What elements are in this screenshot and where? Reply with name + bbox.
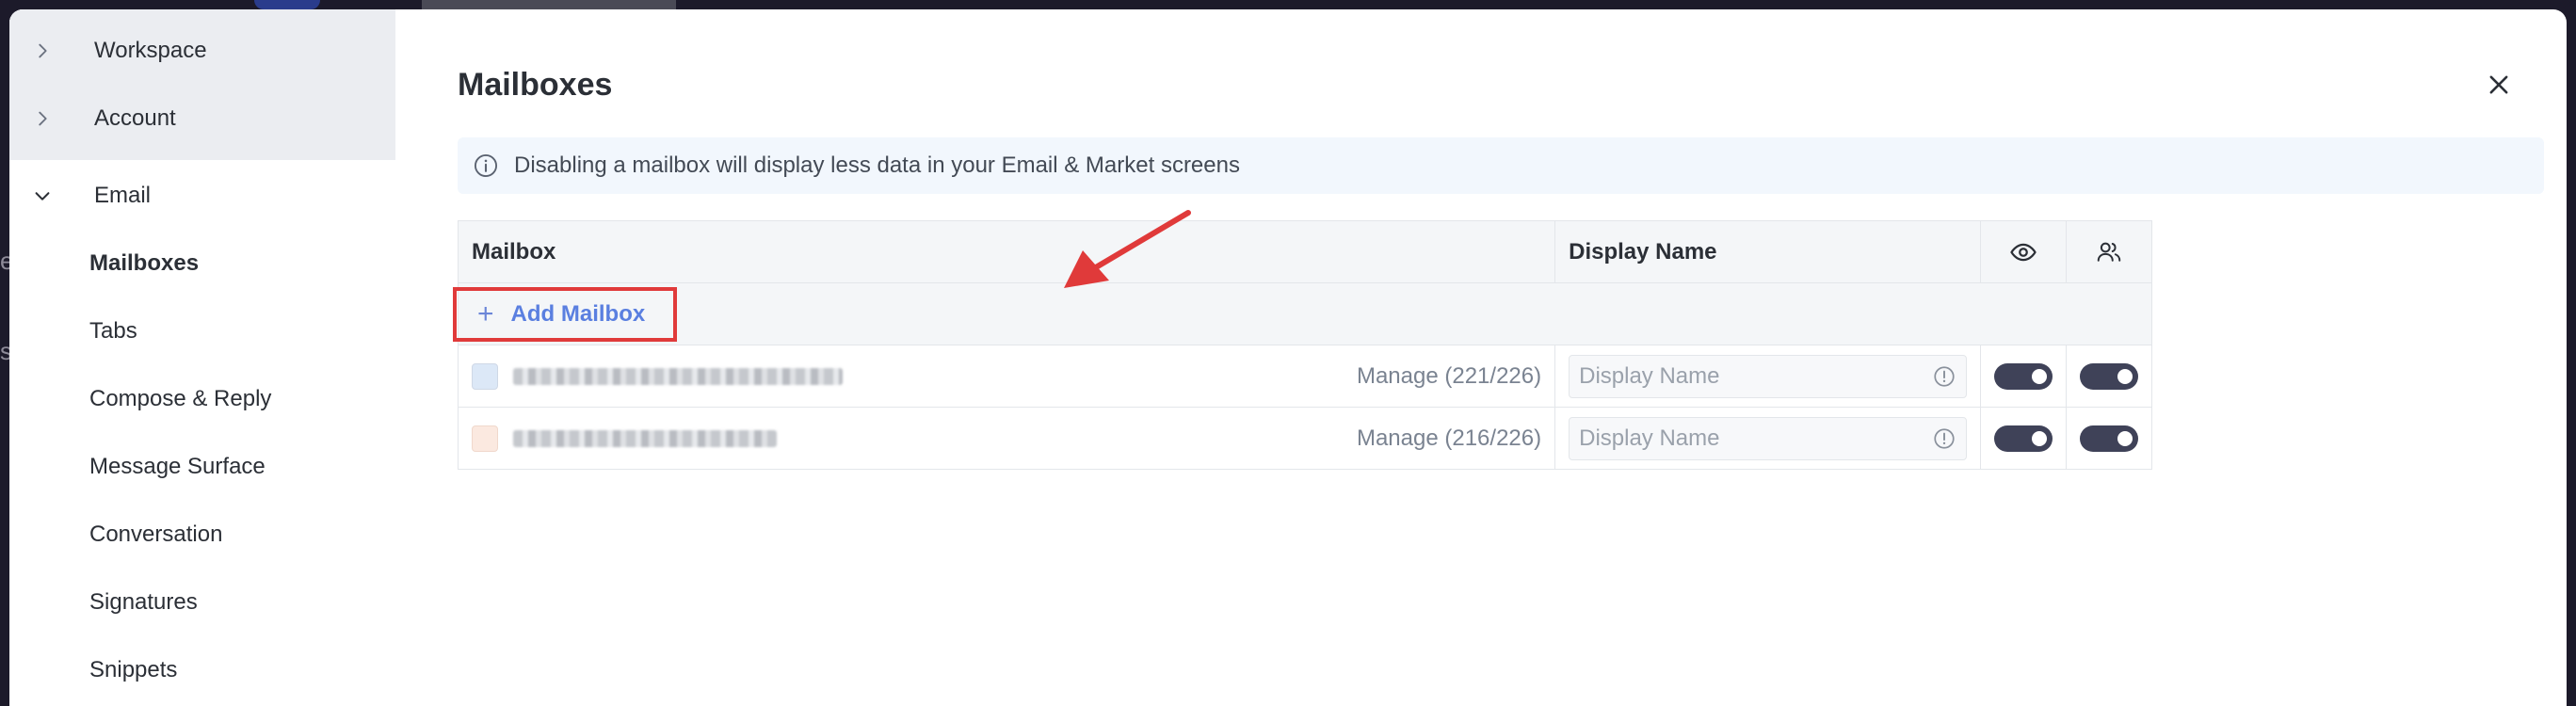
mailbox-color-swatch[interactable] (472, 425, 498, 452)
email-section: Email Mailboxes Tabs Compose & Reply Mes… (9, 160, 395, 704)
sidebar-item-label: Account (94, 105, 176, 131)
backdrop-shape (254, 0, 320, 9)
sidebar-item-label: Email (94, 183, 152, 208)
visibility-cell (1979, 345, 2067, 408)
toggle-knob (2117, 430, 2133, 446)
sidebar-item-account[interactable]: Account (9, 85, 395, 152)
shared-cell (2065, 345, 2153, 408)
add-mailbox-button[interactable]: + Add Mailbox (453, 286, 678, 342)
display-name-field (1569, 416, 1967, 460)
chevron-down-icon (9, 185, 94, 206)
table-header-row: Mailbox Display Name (457, 220, 2153, 283)
column-header-visibility (1979, 220, 2067, 283)
eye-icon (2010, 243, 2037, 261)
users-icon (2097, 242, 2121, 262)
info-icon (474, 153, 498, 178)
settings-modal: Workspace Account Email Mailboxes Tabs C… (9, 9, 2567, 706)
sidebar-item-compose-reply[interactable]: Compose & Reply (9, 365, 395, 433)
mailboxes-panel: Mailboxes Disabling a mailbox will displ… (395, 9, 2567, 706)
shared-toggle[interactable] (2079, 425, 2138, 452)
alert-circle-icon (1934, 365, 1955, 387)
shared-cell (2065, 407, 2153, 470)
toggle-knob (2031, 430, 2047, 446)
sidebar-item-message-surface[interactable]: Message Surface (9, 433, 395, 501)
mailbox-color-swatch[interactable] (472, 362, 498, 390)
toggle-knob (2117, 368, 2133, 384)
table-row: Manage (221/226) (457, 345, 2153, 408)
visibility-toggle[interactable] (1993, 362, 2053, 390)
add-mailbox-row: + Add Mailbox (453, 282, 2152, 345)
mailbox-table: Mailbox Display Name + Add Mailbox Manag… (453, 220, 2153, 470)
mailbox-address-redacted (513, 429, 777, 447)
column-header-shared (2065, 220, 2153, 283)
add-mailbox-label: Add Mailbox (510, 300, 646, 327)
sidebar-item-label: Workspace (94, 38, 207, 63)
mailbox-address-redacted (513, 367, 843, 385)
sidebar-item-tabs[interactable]: Tabs (9, 297, 395, 365)
info-banner: Disabling a mailbox will display less da… (458, 137, 2544, 194)
sidebar-item-signatures[interactable]: Signatures (9, 569, 395, 636)
sidebar-item-conversation[interactable]: Conversation (9, 501, 395, 569)
display-name-input[interactable] (1579, 425, 1919, 452)
table-row: Manage (216/226) (457, 407, 2153, 470)
info-banner-text: Disabling a mailbox will display less da… (514, 152, 1240, 178)
visibility-toggle[interactable] (1993, 425, 2053, 452)
display-name-cell (1554, 345, 1981, 408)
close-icon (2489, 75, 2508, 94)
shared-toggle[interactable] (2079, 362, 2138, 390)
plus-icon: + (477, 297, 494, 329)
page-title: Mailboxes (458, 66, 613, 103)
settings-sidebar: Workspace Account Email Mailboxes Tabs C… (9, 9, 395, 706)
mailbox-cell: Manage (216/226) (457, 407, 1556, 470)
manage-link[interactable]: Manage (221/226) (1357, 363, 1541, 390)
manage-link[interactable]: Manage (216/226) (1357, 425, 1541, 452)
sidebar-item-email[interactable]: Email (9, 162, 395, 230)
column-header-display-name: Display Name (1554, 220, 1981, 283)
toggle-knob (2031, 368, 2047, 384)
add-mailbox-cell: + Add Mailbox (453, 282, 2152, 345)
sidebar-item-snippets[interactable]: Snippets (9, 636, 395, 704)
display-name-input[interactable] (1579, 362, 1919, 390)
collapsed-sections: Workspace Account (9, 9, 395, 160)
mailbox-cell: Manage (221/226) (457, 345, 1556, 408)
chevron-right-icon (9, 108, 94, 129)
display-name-cell (1554, 407, 1981, 470)
visibility-cell (1979, 407, 2067, 470)
sidebar-item-mailboxes[interactable]: Mailboxes (9, 230, 395, 297)
chevron-right-icon (9, 40, 94, 61)
sidebar-item-workspace[interactable]: Workspace (9, 17, 395, 85)
column-header-mailbox: Mailbox (457, 220, 1556, 283)
alert-circle-icon (1934, 427, 1955, 449)
display-name-field (1569, 354, 1967, 398)
close-button[interactable] (2480, 66, 2518, 104)
